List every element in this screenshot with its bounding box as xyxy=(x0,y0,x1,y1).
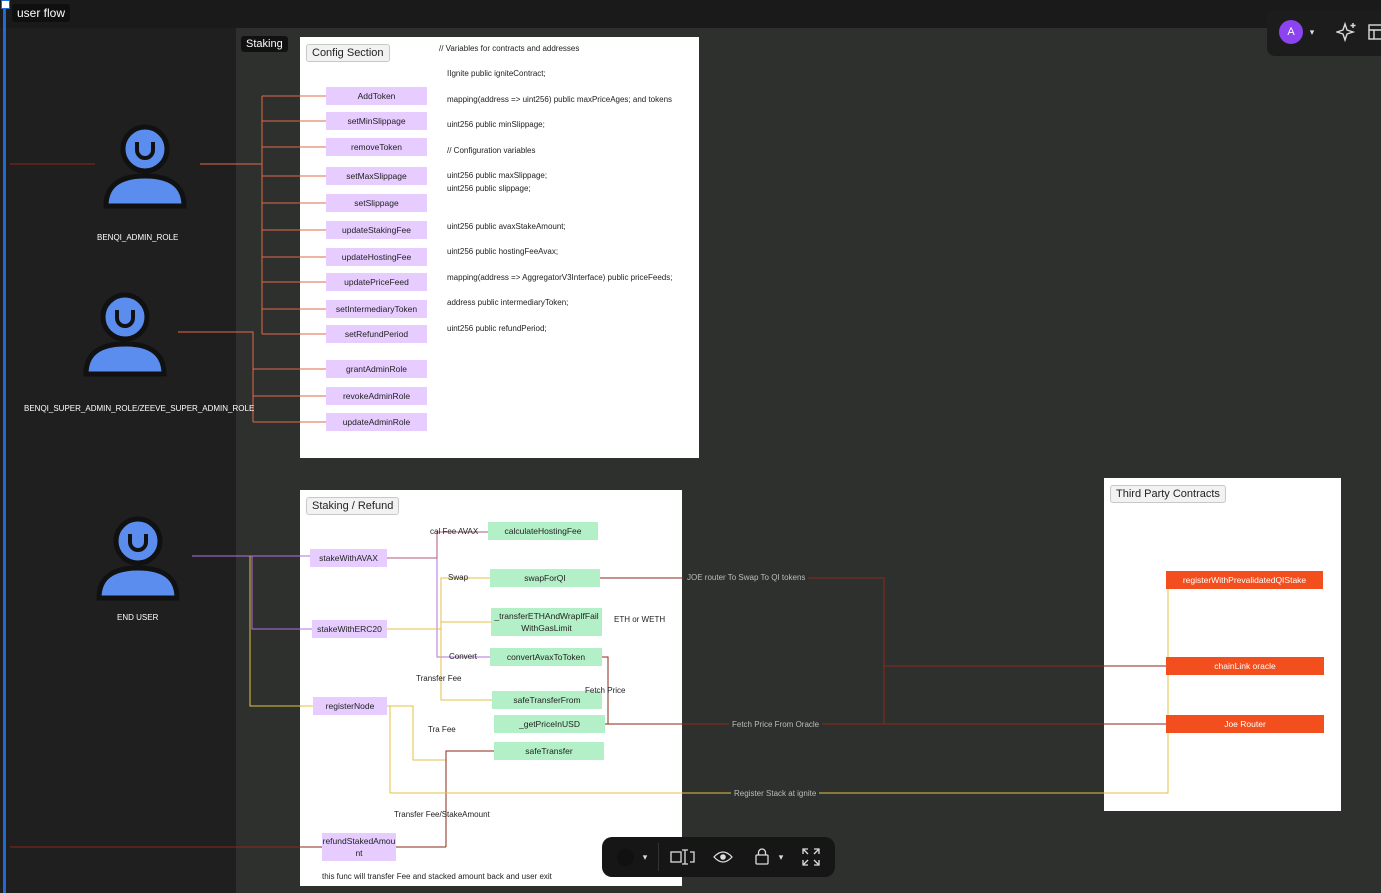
staking-refund-title: Staking / Refund xyxy=(306,497,400,515)
connector-lines xyxy=(10,95,1169,848)
lock-icon[interactable] xyxy=(755,848,769,865)
color-swatch-icon[interactable] xyxy=(617,849,634,866)
code-line: uint256 public minSlippage; xyxy=(447,120,545,129)
flow-label-tra-fee: Tra Fee xyxy=(428,725,456,734)
connector-label-joe: JOE router To Swap To QI tokens xyxy=(684,573,809,582)
function-convert-avax-to-token[interactable]: convertAvaxToToken xyxy=(490,648,602,666)
function-get-price-in-usd[interactable]: _getPriceInUSD xyxy=(494,715,605,733)
admin-user-icon xyxy=(103,124,187,209)
chevron-down-icon[interactable]: ▾ xyxy=(775,849,787,865)
connector-label-oracle: Fetch Price From Oracle xyxy=(729,720,823,729)
config-section-title: Config Section xyxy=(306,44,390,62)
flow-label-swap: Swap xyxy=(448,573,469,582)
function-set-slippage[interactable]: setSlippage xyxy=(326,194,427,212)
connector-label-ignite: Register Stack at ignite xyxy=(731,789,820,798)
function-grant-admin-role[interactable]: grantAdminRole xyxy=(326,360,427,378)
function-remove-token[interactable]: removeToken xyxy=(326,138,427,156)
role-label-super-admin: BENQI_SUPER_ADMIN_ROLE/ZEEVE_SUPER_ADMIN… xyxy=(24,404,255,413)
code-line: uint256 public hostingFeeAvax; xyxy=(447,247,559,256)
code-line: address public intermediaryToken; xyxy=(447,298,569,307)
function-revoke-admin-role[interactable]: revokeAdminRole xyxy=(326,387,427,405)
function-calculate-hosting-fee[interactable]: calculateHostingFee xyxy=(488,522,598,540)
function-update-hosting-fee[interactable]: updateHostingFee xyxy=(326,248,427,266)
flow-label-fetch-price: Fetch Price xyxy=(585,686,626,695)
function-stake-with-avax[interactable]: stakeWithAVAX xyxy=(310,549,387,567)
code-line: mapping(address => AggregatorV3Interface… xyxy=(447,273,673,282)
function-safe-transfer[interactable]: safeTransfer xyxy=(494,742,604,760)
function-stake-with-erc20[interactable]: stakeWithERC20 xyxy=(312,620,387,638)
chevron-down-icon[interactable]: ▾ xyxy=(639,849,651,865)
layout-icon[interactable] xyxy=(1368,24,1381,40)
third-party-register-prevalidated[interactable]: registerWithPrevalidatedQIStake xyxy=(1166,571,1323,589)
code-line: uint256 public maxSlippage; xyxy=(447,171,548,180)
code-line: uint256 public refundPeriod; xyxy=(447,324,547,333)
flow-label-cal-fee: cal Fee AVAX xyxy=(430,527,479,536)
eye-icon[interactable] xyxy=(713,849,733,865)
code-line: mapping(address => uint256) public maxPr… xyxy=(447,95,673,104)
code-line: // Configuration variables xyxy=(447,146,536,155)
flow-label-transfer-fee: Transfer Fee xyxy=(416,674,462,683)
code-line: // Variables for contracts and addresses xyxy=(439,44,580,53)
function-update-staking-fee[interactable]: updateStakingFee xyxy=(326,221,427,239)
function-refund-staked-amount[interactable]: refundStakedAmount xyxy=(322,833,396,861)
function-swap-for-qi[interactable]: swapForQI xyxy=(490,569,600,587)
super-admin-user-icon xyxy=(83,292,167,377)
chevron-down-icon[interactable]: ▾ xyxy=(1306,24,1318,40)
function-set-refund-period[interactable]: setRefundPeriod xyxy=(326,325,427,343)
third-party-title: Third Party Contracts xyxy=(1110,485,1226,503)
avatar[interactable]: A xyxy=(1279,20,1303,44)
toolbar-divider xyxy=(658,843,659,871)
flow-label-convert: Convert xyxy=(449,652,478,661)
function-update-admin-role[interactable]: updateAdminRole xyxy=(326,413,427,431)
third-party-joe-router[interactable]: Joe Router xyxy=(1166,715,1324,733)
code-line: uint256 public slippage; xyxy=(447,184,531,193)
function-set-intermediary-token[interactable]: setIntermediaryToken xyxy=(326,300,427,318)
joe-router-connector xyxy=(600,577,885,724)
text-resize-icon[interactable] xyxy=(670,848,696,866)
function-transfer-eth-and-wrap[interactable]: _transferETHAndWrapIfFailWithGasLimit xyxy=(491,608,602,636)
code-line: IIgnite public igniteContract; xyxy=(447,69,546,78)
third-party-chainlink-oracle[interactable]: chainLink oracle xyxy=(1166,657,1324,675)
function-set-min-slippage[interactable]: setMinSlippage xyxy=(326,112,427,130)
refund-note: this func will transfer Fee and stacked … xyxy=(322,872,552,881)
function-set-max-slippage[interactable]: setMaxSlippage xyxy=(326,167,427,185)
fullscreen-icon[interactable] xyxy=(802,848,820,866)
function-update-price-feed[interactable]: updatePriceFeed xyxy=(326,273,427,291)
end-user-icon xyxy=(96,516,180,601)
flow-label-transfer-fee-stake: Transfer Fee/StakeAmount xyxy=(394,810,490,819)
function-register-node[interactable]: registerNode xyxy=(313,697,387,715)
flow-label-eth-or-weth: ETH or WETH xyxy=(614,615,666,624)
function-add-token[interactable]: AddToken xyxy=(326,87,427,105)
code-line: uint256 public avaxStakeAmount; xyxy=(447,222,566,231)
role-label-end-user: END USER xyxy=(117,613,159,622)
ai-sparkle-icon[interactable] xyxy=(1336,21,1358,43)
role-label-admin: BENQI_ADMIN_ROLE xyxy=(97,233,179,242)
